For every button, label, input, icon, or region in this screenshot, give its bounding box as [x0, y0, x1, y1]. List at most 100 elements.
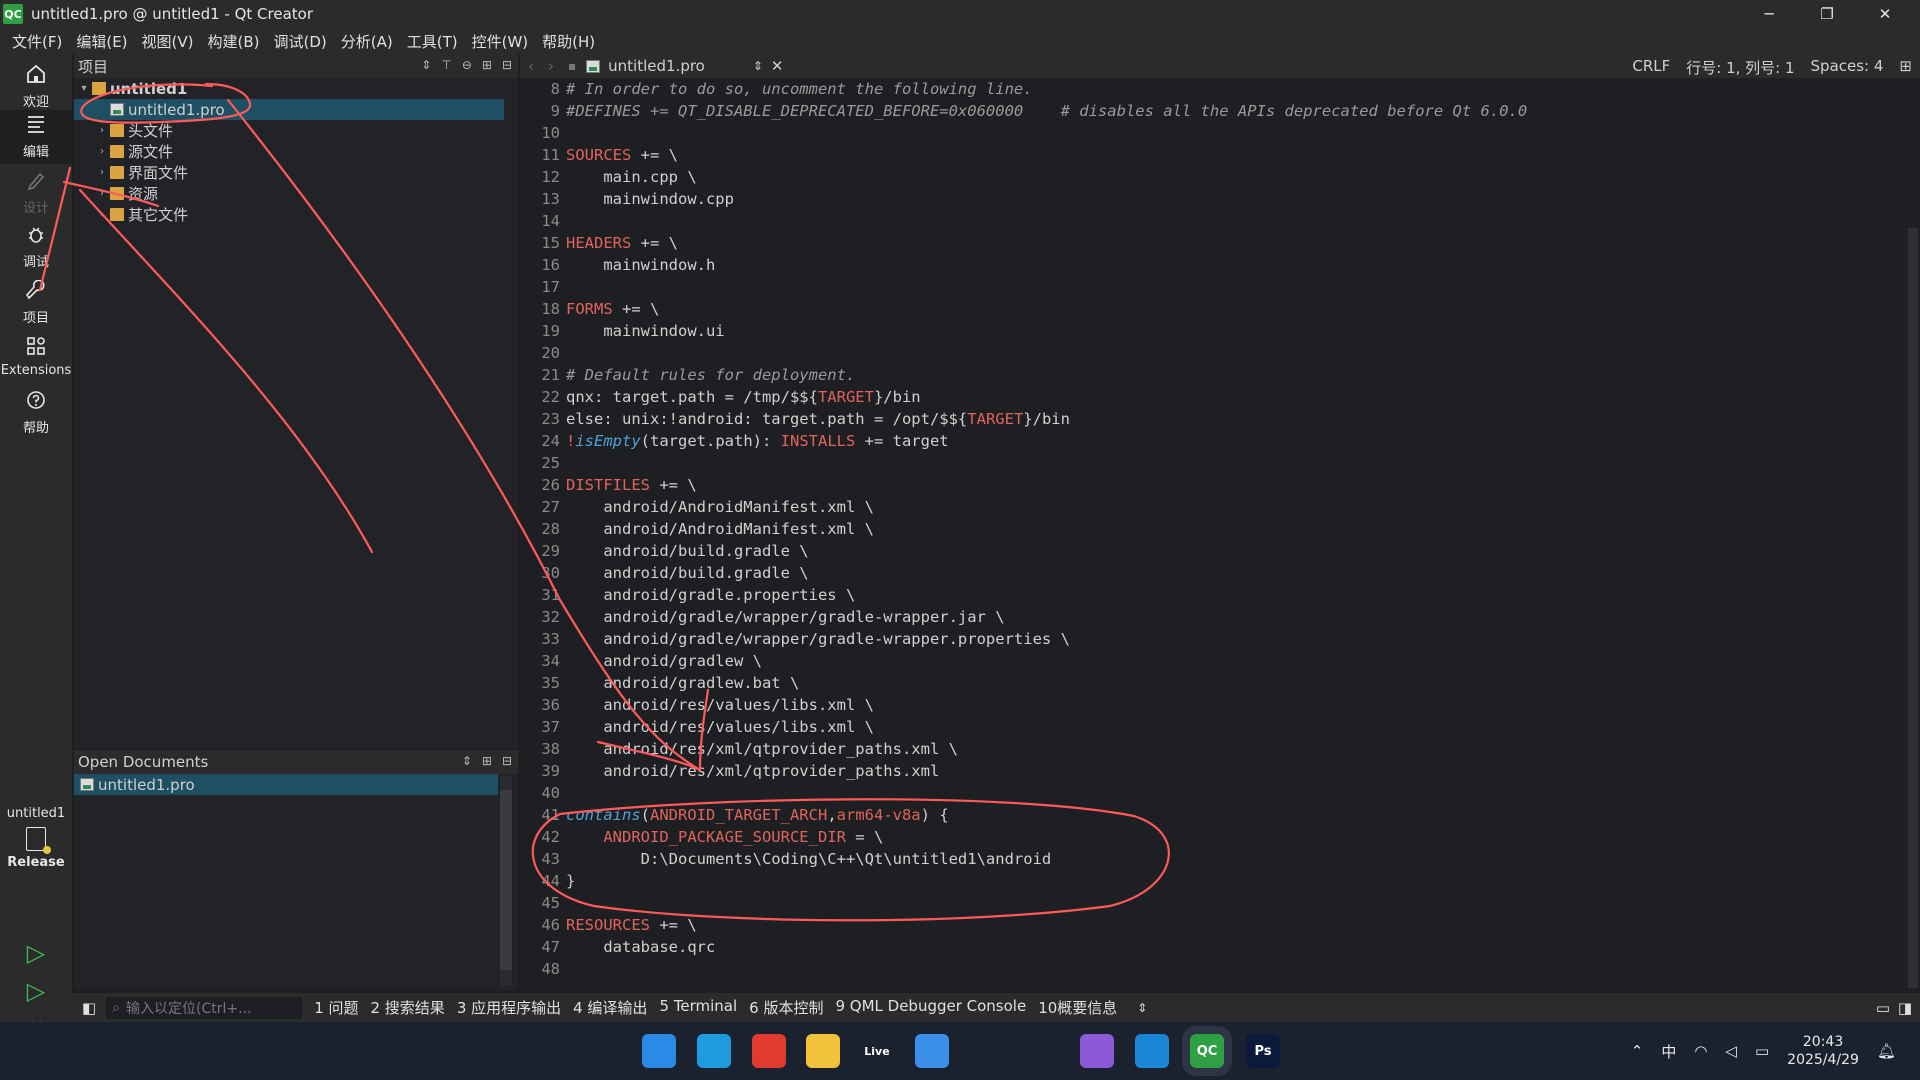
- mode-wrench[interactable]: 项目: [0, 276, 72, 330]
- code-line[interactable]: 44}: [520, 870, 1900, 892]
- output-pane-button[interactable]: 4 编译输出: [573, 997, 647, 1018]
- live-icon[interactable]: Live: [860, 1034, 894, 1068]
- menu-item-8[interactable]: 帮助(H): [542, 31, 595, 52]
- split-icon[interactable]: ⊞: [482, 754, 492, 768]
- restore-button[interactable]: ❐: [1798, 0, 1856, 28]
- tree-item[interactable]: › 界面文件: [74, 162, 518, 183]
- code-line[interactable]: 23 else: unix:!android: target.path = /op…: [520, 408, 1900, 430]
- editor-tab-file[interactable]: untitled1.pro: [608, 57, 705, 75]
- editor-scrollbar[interactable]: [1906, 78, 1920, 988]
- code-line[interactable]: 25: [520, 452, 1900, 474]
- code-line[interactable]: 41 contains(ANDROID_TARGET_ARCH,arm64-v8a…: [520, 804, 1900, 826]
- windows-start-icon[interactable]: [642, 1034, 676, 1068]
- battery-icon[interactable]: ▭: [1755, 1042, 1769, 1060]
- menu-item-0[interactable]: 文件(F): [12, 31, 62, 52]
- menu-item-6[interactable]: 工具(T): [407, 31, 458, 52]
- code-line[interactable]: 40: [520, 782, 1900, 804]
- more-panes-icon[interactable]: ⇕: [1137, 1001, 1147, 1015]
- code-line[interactable]: 36 android/res/values/libs.xml \: [520, 694, 1900, 716]
- code-line[interactable]: 47 database.qrc: [520, 936, 1900, 958]
- code-line[interactable]: 20: [520, 342, 1900, 364]
- menu-item-2[interactable]: 视图(V): [142, 31, 194, 52]
- mode-help[interactable]: 帮助: [0, 386, 72, 440]
- code-line[interactable]: 42 ANDROID_PACKAGE_SOURCE_DIR = \: [520, 826, 1900, 848]
- unity-icon[interactable]: [1025, 1034, 1059, 1068]
- output-pane-button[interactable]: 9 QML Debugger Console: [835, 997, 1026, 1018]
- code-line[interactable]: 39 android/res/xml/qtprovider_paths.xml: [520, 760, 1900, 782]
- toggle-sidebar-icon[interactable]: ◧: [82, 999, 96, 1017]
- shield-app-icon[interactable]: [915, 1034, 949, 1068]
- menu-item-1[interactable]: 编辑(E): [76, 31, 127, 52]
- code-line[interactable]: 26 DISTFILES += \: [520, 474, 1900, 496]
- menu-item-4[interactable]: 调试(D): [274, 31, 327, 52]
- debug-run-button[interactable]: ▷: [0, 974, 72, 1008]
- menu-item-7[interactable]: 控件(W): [472, 31, 529, 52]
- line-ending[interactable]: CRLF: [1632, 57, 1670, 78]
- code-line[interactable]: 43 D:\Documents\Coding\C++\Qt\untitled1\…: [520, 848, 1900, 870]
- code-line[interactable]: 35 android/gradlew.bat \: [520, 672, 1900, 694]
- split-editor-icon[interactable]: ⊞: [1899, 57, 1912, 78]
- cursor-position[interactable]: 行号: 1, 列号: 1: [1686, 57, 1794, 78]
- wifi-icon[interactable]: ◠: [1694, 1042, 1707, 1060]
- mode-home[interactable]: 欢迎: [0, 60, 72, 114]
- collapsed-arrow-icon[interactable]: ›: [96, 146, 108, 157]
- menu-item-5[interactable]: 分析(A): [341, 31, 393, 52]
- menu-item-3[interactable]: 构建(B): [208, 31, 260, 52]
- code-line[interactable]: 28 android/AndroidManifest.xml \: [520, 518, 1900, 540]
- sort-icon[interactable]: ⇕: [462, 754, 472, 768]
- tree-item[interactable]: › 资源: [74, 183, 518, 204]
- code-line[interactable]: 22 qnx: target.path = /tmp/$${TARGET}/bin: [520, 386, 1900, 408]
- file-explorer-icon[interactable]: [806, 1034, 840, 1068]
- view-select-icon[interactable]: ⇕: [421, 58, 431, 72]
- collapsed-arrow-icon[interactable]: ›: [96, 209, 108, 220]
- code-line[interactable]: 16 mainwindow.h: [520, 254, 1900, 276]
- run-button[interactable]: ▷: [0, 936, 72, 970]
- code-line[interactable]: 34 android/gradlew \: [520, 650, 1900, 672]
- output-pane-button[interactable]: 2 搜索结果: [371, 997, 445, 1018]
- qt-creator-icon[interactable]: QC: [1182, 1026, 1232, 1076]
- code-line[interactable]: 31 android/gradle.properties \: [520, 584, 1900, 606]
- edge-icon[interactable]: [697, 1034, 731, 1068]
- tree-item[interactable]: › 源文件: [74, 141, 518, 162]
- code-line[interactable]: 32 android/gradle/wrapper/gradle-wrapper…: [520, 606, 1900, 628]
- forward-icon[interactable]: ›: [548, 57, 554, 75]
- back-icon[interactable]: ‹: [528, 57, 534, 75]
- open-documents-scrollbar[interactable]: [500, 776, 512, 986]
- netease-music-icon[interactable]: [752, 1034, 786, 1068]
- volume-icon[interactable]: ◁: [1725, 1042, 1737, 1060]
- close-button[interactable]: ✕: [1856, 0, 1914, 28]
- code-line[interactable]: 27 android/AndroidManifest.xml \: [520, 496, 1900, 518]
- progress-details-icon[interactable]: ▭: [1876, 999, 1890, 1017]
- code-line[interactable]: 38 android/res/xml/qtprovider_paths.xml …: [520, 738, 1900, 760]
- kit-selector[interactable]: untitled1 Release: [0, 796, 72, 880]
- tree-scrollbar[interactable]: [504, 78, 518, 748]
- steam-icon[interactable]: [970, 1034, 1004, 1068]
- code-line[interactable]: 37 android/res/values/libs.xml \: [520, 716, 1900, 738]
- mode-extensions[interactable]: Extensions: [0, 330, 72, 384]
- output-pane-button[interactable]: 3 应用程序输出: [457, 997, 561, 1018]
- output-pane-button[interactable]: 5 Terminal: [659, 997, 737, 1018]
- collapsed-arrow-icon[interactable]: ›: [96, 125, 108, 136]
- file-selector-icon[interactable]: ⇕: [753, 59, 763, 73]
- show-hidden-icons-icon[interactable]: ⌃: [1631, 1042, 1644, 1060]
- collapsed-arrow-icon[interactable]: ›: [96, 167, 108, 178]
- collapsed-arrow-icon[interactable]: ›: [96, 188, 108, 199]
- filter-icon[interactable]: ⊤: [441, 58, 451, 72]
- clock[interactable]: 20:43 2025/4/29: [1787, 1033, 1859, 1069]
- code-line[interactable]: 48: [520, 958, 1900, 980]
- code-line[interactable]: 18 FORMS += \: [520, 298, 1900, 320]
- minimize-button[interactable]: ─: [1740, 0, 1798, 28]
- code-area[interactable]: 8 # In order to do so, uncomment the foll…: [520, 78, 1900, 988]
- indent-setting[interactable]: Spaces: 4: [1811, 57, 1884, 78]
- toggle-right-pane-icon[interactable]: ◨: [1898, 999, 1912, 1017]
- link-icon[interactable]: ⊖: [462, 58, 472, 72]
- split-icon[interactable]: ⊞: [482, 58, 492, 72]
- code-line[interactable]: 30 android/build.gradle \: [520, 562, 1900, 584]
- tree-item[interactable]: untitled1.pro: [74, 99, 518, 120]
- visual-studio-icon[interactable]: [1080, 1034, 1114, 1068]
- code-line[interactable]: 19 mainwindow.ui: [520, 320, 1900, 342]
- code-line[interactable]: 14: [520, 210, 1900, 232]
- code-line[interactable]: 21 # Default rules for deployment.: [520, 364, 1900, 386]
- close-pane-icon[interactable]: ⊟: [502, 58, 512, 72]
- output-pane-button[interactable]: 10概要信息: [1038, 997, 1117, 1018]
